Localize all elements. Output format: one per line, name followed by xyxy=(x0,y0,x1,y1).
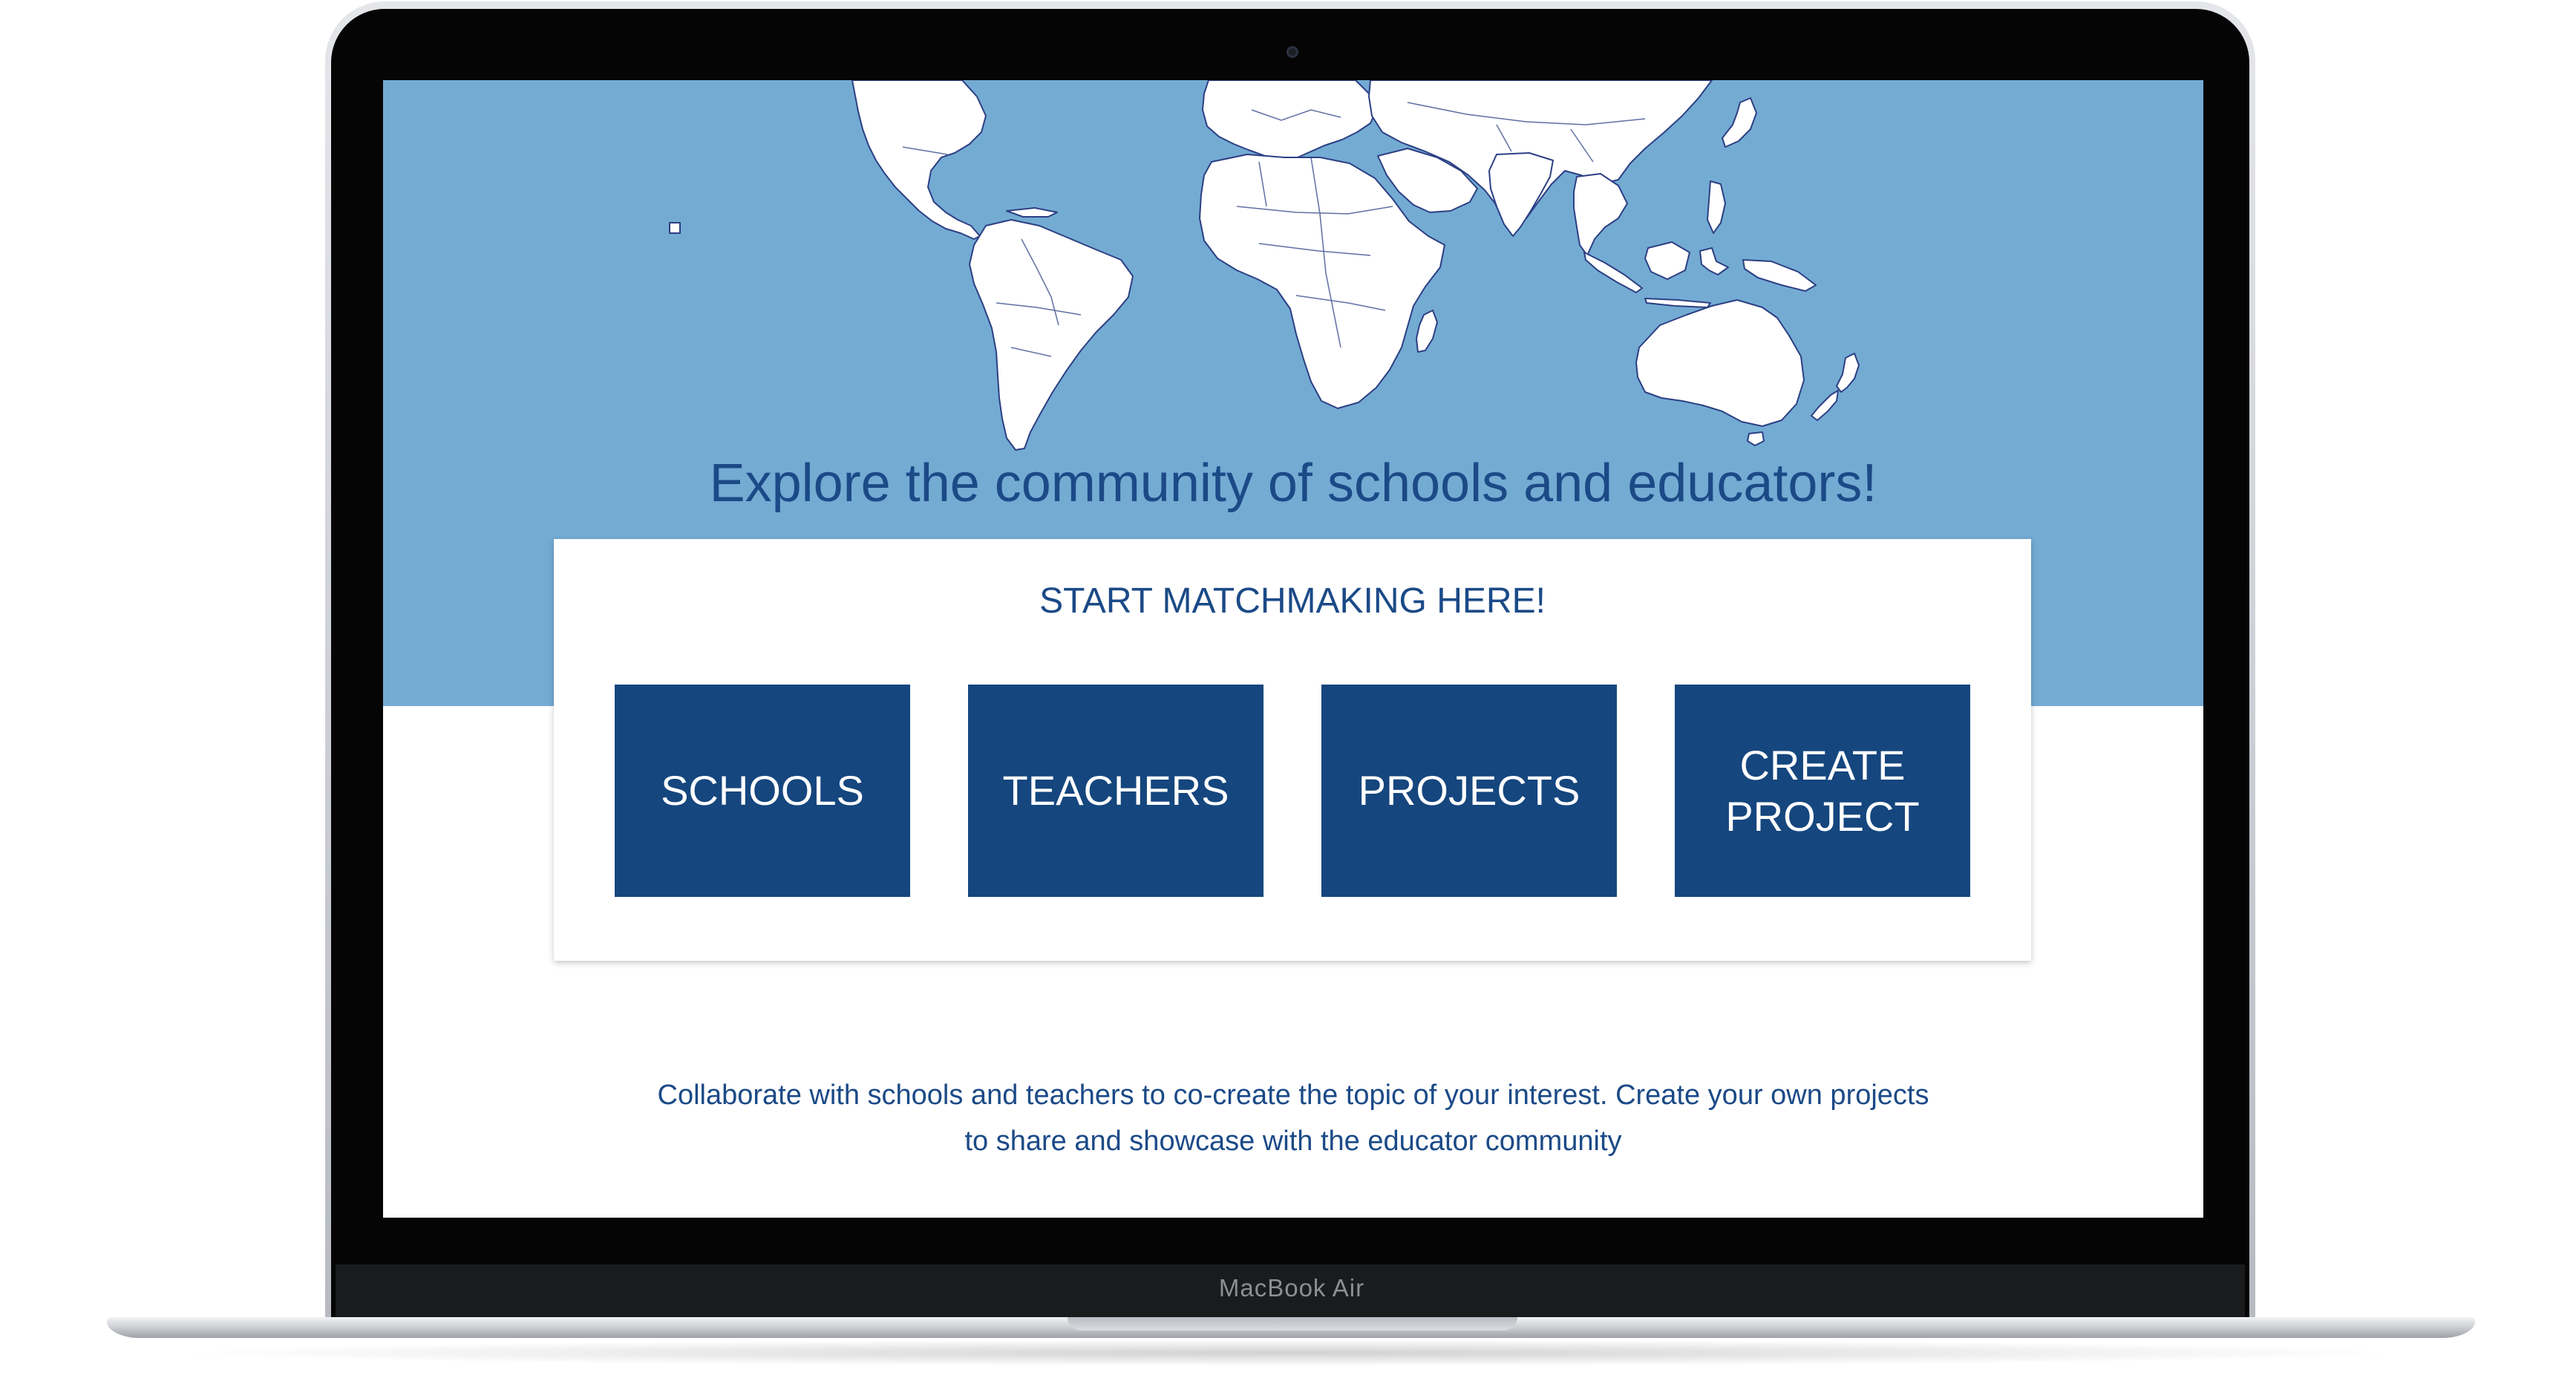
description-text: Collaborate with schools and teachers to… xyxy=(532,1072,2055,1164)
map-tasmania xyxy=(1747,431,1765,446)
world-map xyxy=(669,80,1860,451)
map-australia xyxy=(1635,299,1805,427)
schools-button[interactable]: SCHOOLS xyxy=(615,685,910,897)
create-project-button-label: CREATE PROJECT xyxy=(1725,741,1920,840)
map-new-zealand-south xyxy=(1811,390,1839,421)
camera-icon xyxy=(1287,46,1298,58)
laptop-base-notch xyxy=(1068,1317,1517,1331)
map-southeast-asia xyxy=(1573,173,1628,256)
web-page: Explore the community of schools and edu… xyxy=(383,80,2203,1218)
map-sulawesi xyxy=(1699,247,1729,275)
teachers-button-label: TEACHERS xyxy=(1002,767,1229,814)
projects-button-label: PROJECTS xyxy=(1358,767,1580,814)
projects-button[interactable]: PROJECTS xyxy=(1321,685,1617,897)
map-south-america xyxy=(969,219,1134,451)
matchmaking-buttons: SCHOOLS TEACHERS PROJECTS CREATE PROJECT xyxy=(615,685,1970,897)
matchmaking-heading: START MATCHMAKING HERE! xyxy=(1039,581,1546,621)
map-north-america xyxy=(851,80,987,240)
teachers-button[interactable]: TEACHERS xyxy=(968,685,1264,897)
map-japan xyxy=(1722,97,1757,148)
hero-title: Explore the community of schools and edu… xyxy=(709,454,1877,513)
schools-button-label: SCHOOLS xyxy=(661,767,864,814)
laptop-mockup: Explore the community of schools and edu… xyxy=(0,0,2576,1381)
map-sumatra xyxy=(1583,252,1643,293)
description-line-1: Collaborate with schools and teachers to… xyxy=(657,1080,1929,1111)
create-project-button[interactable]: CREATE PROJECT xyxy=(1675,685,1970,897)
description-line-2: to share and showcase with the educator … xyxy=(964,1126,1622,1157)
map-java xyxy=(1644,298,1711,308)
map-europe xyxy=(1202,80,1377,160)
map-new-zealand xyxy=(1836,353,1860,393)
map-new-guinea xyxy=(1742,259,1817,292)
matchmaking-card: START MATCHMAKING HERE! SCHOOLS TEACHERS… xyxy=(554,539,2031,961)
device-model-label: MacBook Air xyxy=(1218,1274,1365,1302)
map-pacific-island xyxy=(669,222,681,234)
map-philippines xyxy=(1707,180,1726,234)
map-madagascar xyxy=(1416,310,1438,353)
laptop-shadow xyxy=(171,1339,2413,1366)
map-caribbean xyxy=(1006,207,1058,218)
map-borneo xyxy=(1644,241,1690,280)
